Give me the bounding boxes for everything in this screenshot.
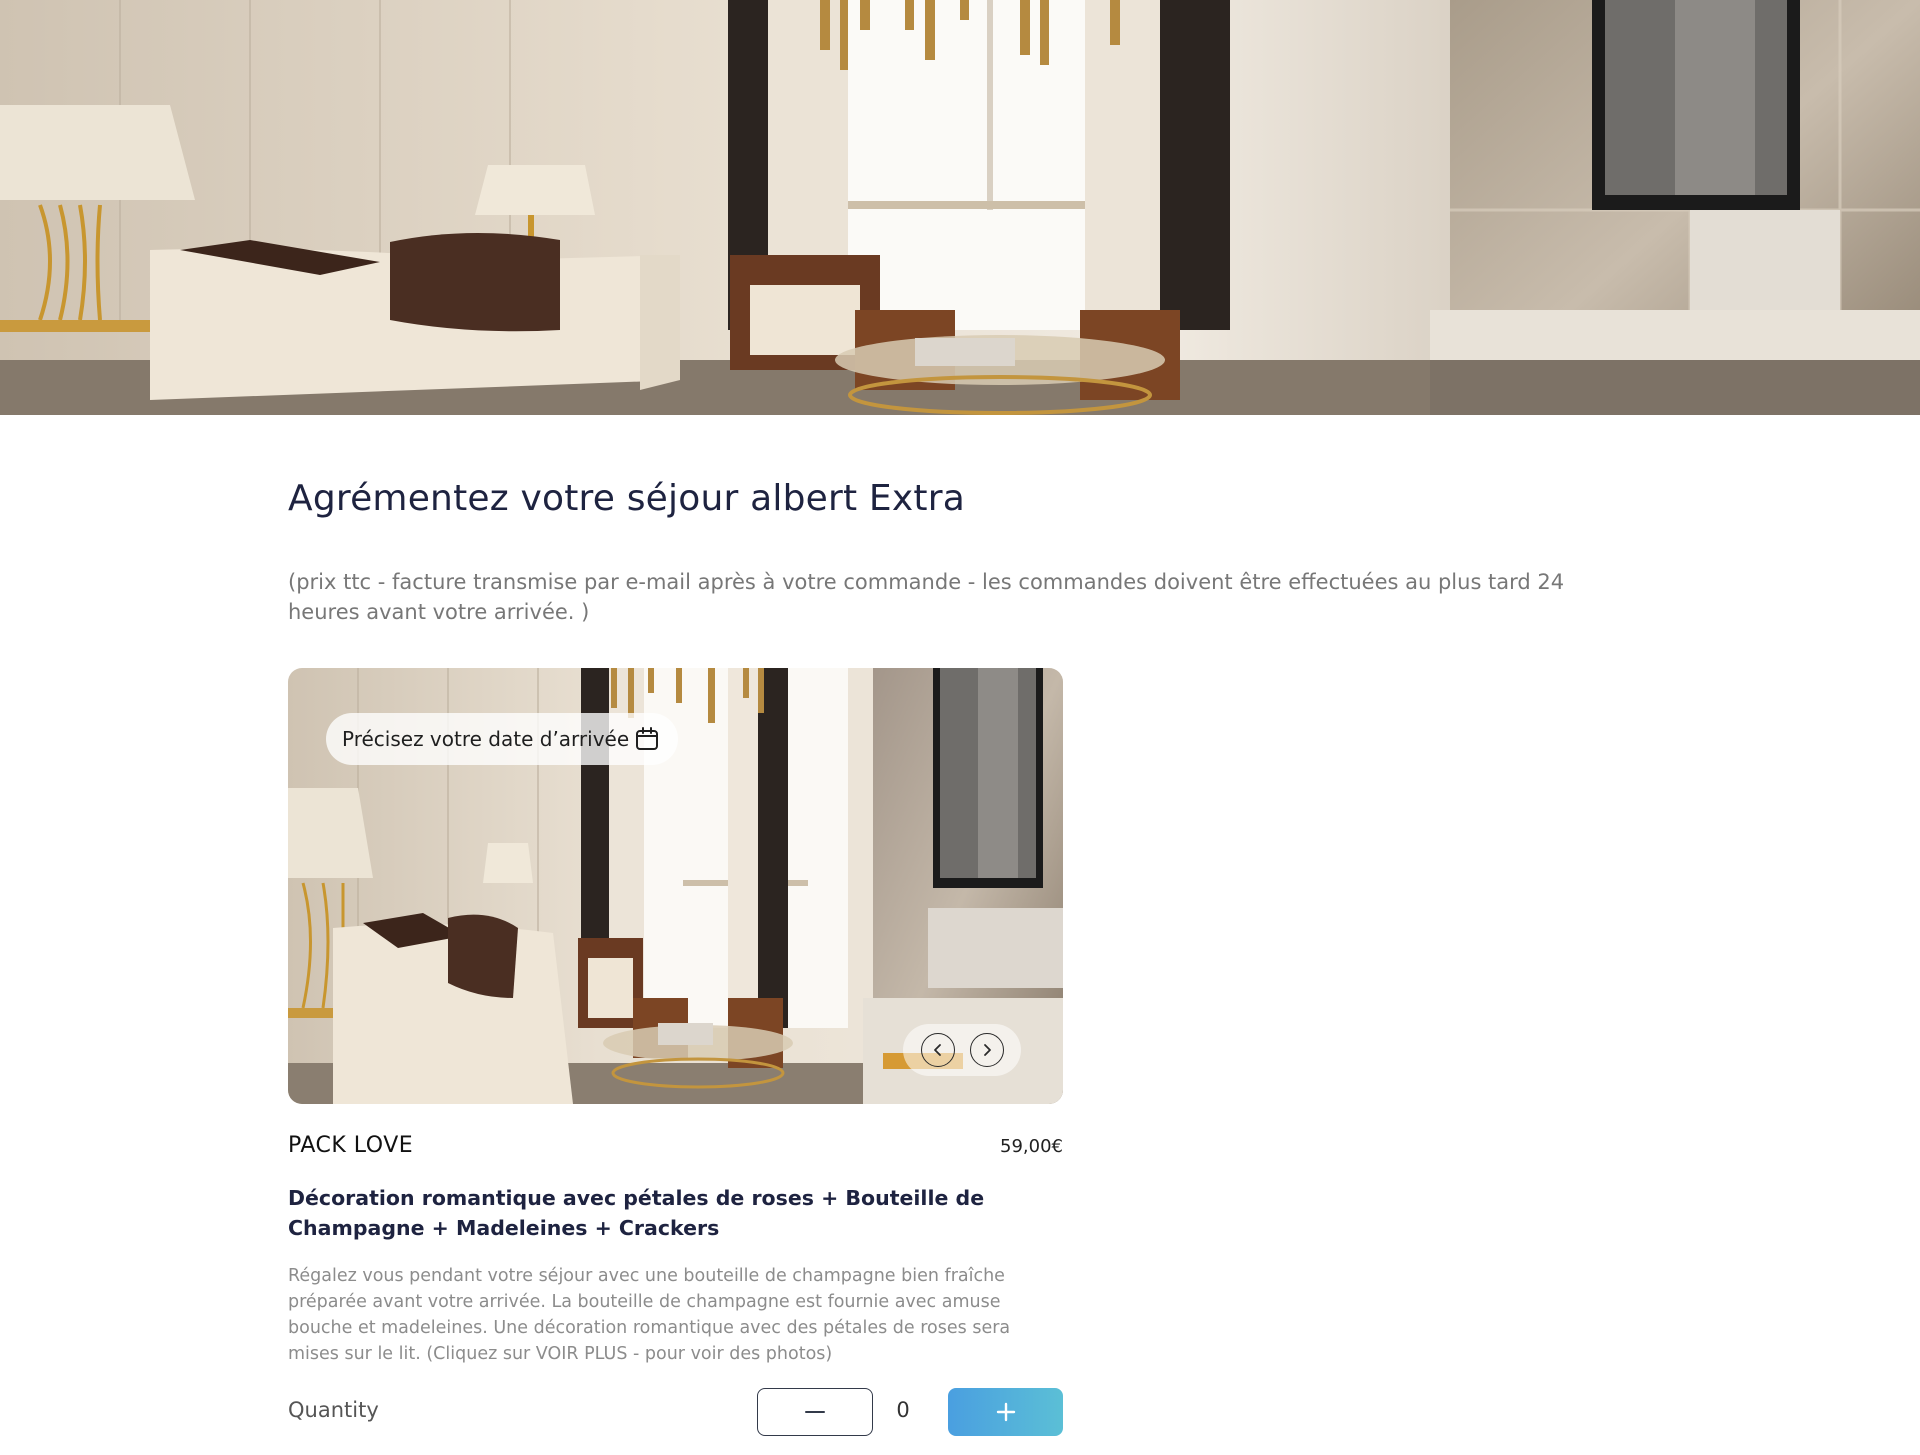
product-name: PACK LOVE: [288, 1133, 414, 1158]
carousel-navigation: [903, 1024, 1021, 1076]
carousel-next-button[interactable]: [969, 1033, 1004, 1067]
product-price: 59,00€: [1000, 1136, 1063, 1157]
quantity-decrease-button[interactable]: [757, 1388, 873, 1436]
quantity-stepper: Quantity 0: [288, 1388, 1063, 1436]
product-image-carousel: Précisez votre date d’arrivée: [288, 668, 1063, 1104]
plus-icon: [996, 1402, 1015, 1422]
minus-icon: [805, 1411, 825, 1413]
product-description: Régalez vous pendant votre séjour avec u…: [288, 1266, 1011, 1364]
page-title: Agrémentez votre séjour albert Extra: [288, 478, 965, 519]
page-subtitle: (prix ttc - facture transmise par e-mail…: [288, 570, 1565, 624]
product-card: Précisez votre date d’arrivée PACK LOVE …: [288, 668, 1063, 1436]
quantity-label: Quantity: [288, 1398, 379, 1422]
chevron-right-icon: [983, 1044, 991, 1056]
quantity-increase-button[interactable]: [948, 1388, 1063, 1436]
hero-image: [0, 0, 1920, 415]
product-headline: Décoration romantique avec pétales de ro…: [288, 1186, 985, 1240]
product-header-row: PACK LOVE 59,00€: [288, 1133, 1063, 1158]
carousel-prev-button[interactable]: [920, 1033, 955, 1067]
arrival-date-picker[interactable]: Précisez votre date d’arrivée: [326, 713, 678, 765]
quantity-value: 0: [896, 1398, 910, 1422]
chevron-left-icon: [933, 1044, 941, 1056]
arrival-date-label: Précisez votre date d’arrivée: [342, 727, 630, 751]
calendar-icon: [636, 727, 658, 750]
